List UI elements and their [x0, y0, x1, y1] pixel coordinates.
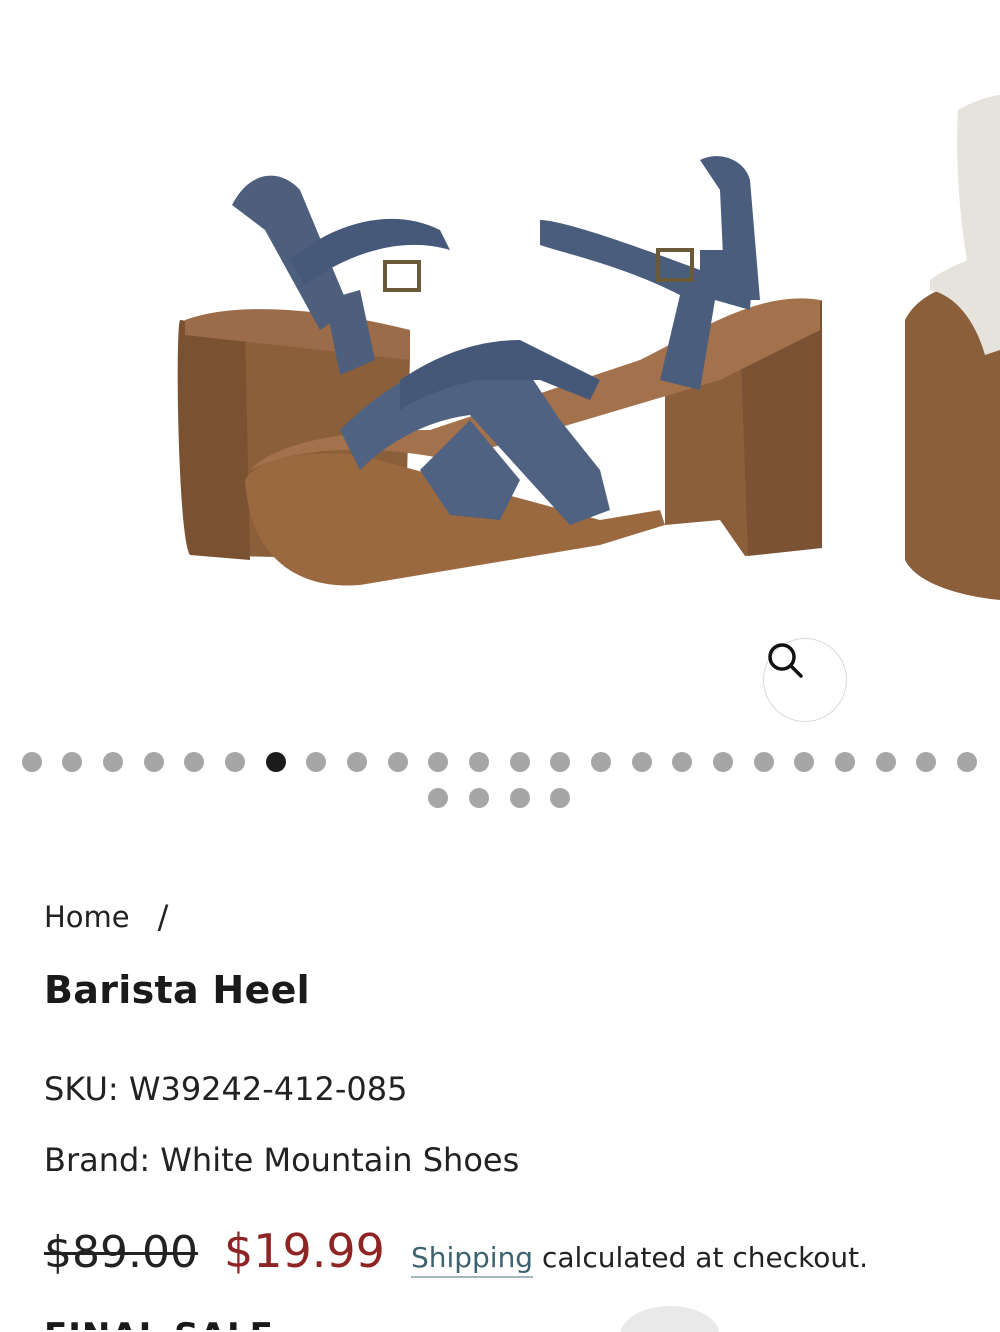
product-image[interactable] — [0, 0, 1000, 740]
pagination-dot[interactable] — [550, 752, 570, 772]
shipping-note: Shipping calculated at checkout. — [410, 1241, 869, 1278]
pagination-dot[interactable] — [957, 752, 977, 772]
sale-price: $19.99 — [223, 1224, 385, 1278]
pagination-dot[interactable] — [754, 752, 774, 772]
pagination-dot[interactable] — [550, 788, 570, 808]
pagination-dot[interactable] — [62, 752, 82, 772]
pagination-dot[interactable] — [469, 752, 489, 772]
pagination-dot[interactable] — [428, 752, 448, 772]
pagination-dot[interactable] — [103, 752, 123, 772]
search-icon — [768, 643, 803, 678]
pagination-dot[interactable] — [388, 752, 408, 772]
pagination-dot[interactable] — [510, 752, 530, 772]
pagination-dot[interactable] — [347, 752, 367, 772]
pagination-dot[interactable] — [632, 752, 652, 772]
product-title: Barista Heel — [44, 968, 311, 1012]
breadcrumb: Home / — [44, 898, 168, 936]
pagination-dot[interactable] — [306, 752, 326, 772]
pagination-dot[interactable] — [794, 752, 814, 772]
price-row: $89.00 $19.99 Shipping calculated at che… — [44, 1224, 868, 1278]
pagination-dot[interactable] — [428, 788, 448, 808]
compare-at-price: $89.00 — [44, 1227, 198, 1278]
product-sku: SKU: W39242-412-085 — [44, 1070, 408, 1108]
breadcrumb-home-link[interactable]: Home — [44, 900, 130, 934]
pagination-dot[interactable] — [591, 752, 611, 772]
pagination-dot-active[interactable] — [266, 752, 286, 772]
pagination-dot[interactable] — [876, 752, 896, 772]
breadcrumb-separator: / — [157, 898, 169, 936]
shipping-link[interactable]: Shipping — [410, 1241, 534, 1278]
pagination-dot[interactable] — [510, 788, 530, 808]
pagination-dot[interactable] — [469, 788, 489, 808]
pagination-dot[interactable] — [672, 752, 692, 772]
pagination-dot[interactable] — [225, 752, 245, 772]
pagination-dot[interactable] — [22, 752, 42, 772]
product-brand: Brand: White Mountain Shoes — [44, 1141, 520, 1179]
pagination-dot[interactable] — [835, 752, 855, 772]
pagination-dot[interactable] — [916, 752, 936, 772]
floating-action-button[interactable] — [620, 1306, 720, 1332]
pagination-dot[interactable] — [713, 752, 733, 772]
pagination-dot[interactable] — [184, 752, 204, 772]
pagination-dot[interactable] — [144, 752, 164, 772]
product-image-gallery[interactable] — [0, 0, 1000, 740]
shipping-note-text: calculated at checkout. — [533, 1241, 869, 1274]
zoom-button[interactable] — [763, 638, 847, 722]
